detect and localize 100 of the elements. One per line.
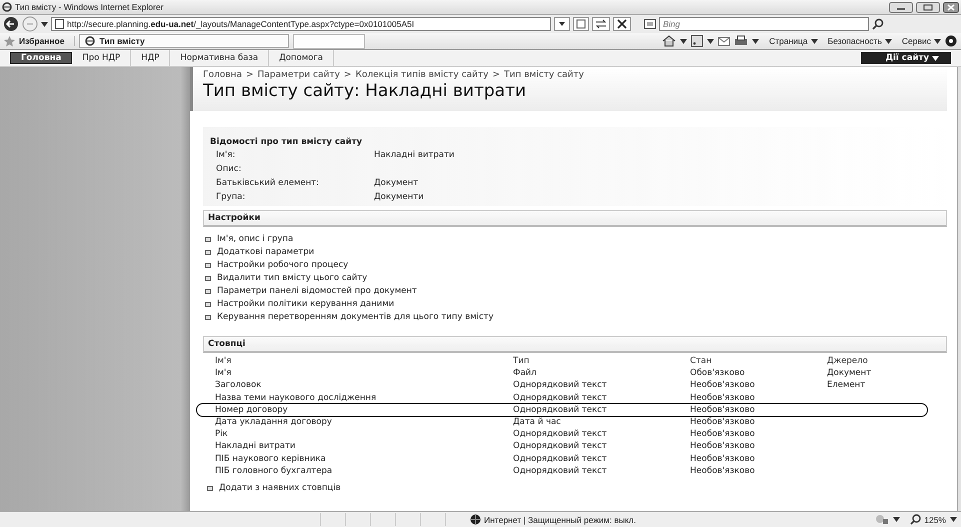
field-value: Накладні витрати (374, 150, 456, 160)
column-name-link[interactable]: Накладні витрати (215, 440, 513, 453)
caret-icon[interactable] (554, 17, 570, 31)
settings-link[interactable]: Керування перетворенням документів для цього типу вмісту (217, 312, 494, 323)
breadcrumb-link[interactable]: Параметри сайту (258, 70, 340, 80)
menu-button[interactable]: Безопасность (828, 36, 892, 46)
caret-icon[interactable] (752, 38, 760, 44)
zoom-button[interactable]: 125% (910, 514, 946, 525)
column-name-link[interactable]: ПІБ наукового керівника (215, 452, 513, 465)
column-name-link[interactable]: Дата укладання договору (215, 416, 513, 428)
bullet-icon[interactable] (207, 486, 213, 492)
breadcrumb-separator: > (344, 70, 352, 80)
printer-icon[interactable] (734, 35, 748, 47)
bullet-icon[interactable] (205, 250, 211, 255)
address-field[interactable]: http://secure.planning.edu-ua.net/_layouts/ManageContentType.aspx?ctype=0x0101005A5I (51, 17, 551, 31)
breadcrumb-link[interactable]: Колекція типів вмісту сайту (355, 70, 488, 80)
search-field[interactable]: Bing (659, 17, 869, 31)
caret-icon[interactable] (810, 39, 818, 44)
caret-icon[interactable] (893, 517, 900, 522)
column-name-link[interactable]: Номер договору (215, 404, 513, 416)
site-actions-button[interactable]: Дії сайту (861, 52, 951, 64)
settings-link[interactable]: Параметри панелі відомостей про документ (217, 286, 417, 297)
close-icon[interactable] (613, 17, 631, 31)
caret-icon[interactable] (680, 38, 688, 44)
menu-button[interactable]: Сервис (902, 36, 941, 46)
column-name-link[interactable]: Ім'я (215, 367, 513, 380)
back-icon[interactable] (3, 16, 19, 32)
close-icon[interactable] (943, 2, 959, 12)
globe-icon[interactable] (470, 514, 481, 525)
menu-button[interactable]: Страница (769, 36, 818, 46)
table-cell-text: Необов'язково (690, 464, 756, 478)
field-label: Батьківський елемент: (216, 178, 320, 188)
caret-icon[interactable] (934, 39, 941, 44)
home-icon[interactable] (662, 35, 676, 47)
compatibility-icon[interactable] (573, 17, 589, 31)
bullet-icon[interactable] (205, 276, 211, 281)
column-name-link[interactable]: Заголовок (215, 379, 513, 392)
breadcrumb-link[interactable]: Головна (203, 70, 242, 80)
table-cell-text: Дата й час (513, 416, 562, 428)
nav-tab[interactable]: НДР (131, 50, 170, 66)
column-name-link[interactable]: Рік (215, 428, 513, 440)
help-icon[interactable] (945, 35, 957, 47)
table-cell-text: Необов'язково (690, 452, 756, 465)
column-name-link[interactable]: Назва теми наукового дослідження (215, 392, 513, 404)
table-cell-text: Однорядковий текст (513, 464, 608, 478)
caret-icon[interactable] (884, 39, 892, 44)
search-icon[interactable] (872, 18, 884, 30)
minimize-icon[interactable] (889, 2, 913, 12)
field-label: Опис: (216, 164, 242, 174)
table-cell-text: Необов'язково (690, 440, 756, 453)
search-engine-icon[interactable] (644, 19, 656, 29)
nav-tab[interactable]: Допомога (269, 50, 334, 66)
browser-tab[interactable]: Тип вмісту (79, 34, 290, 48)
column-name-link[interactable]: ПІБ головного бухгалтера (215, 464, 513, 478)
caret-icon[interactable] (950, 517, 957, 522)
table-cell-text: Необов'язково (690, 428, 756, 440)
maximize-icon[interactable] (916, 2, 940, 12)
add-columns-link[interactable]: Додати з наявних стовпців (219, 483, 341, 494)
table-cell-text: Документ (827, 367, 872, 380)
zoom-icon[interactable] (910, 514, 922, 525)
status-text: Интернет | Защищенный режим: выкл. (484, 514, 636, 524)
caret-icon[interactable] (932, 56, 939, 60)
section-header: Стовпці (203, 336, 947, 353)
table-cell-text: Елемент (827, 379, 866, 392)
caret-icon[interactable] (41, 22, 48, 26)
column-header: Стан (690, 355, 713, 368)
breadcrumb-link[interactable]: Тип вмісту сайту (504, 70, 584, 80)
settings-link[interactable]: Ім'я, опис і група (217, 234, 294, 245)
settings-link[interactable]: Настройки робочого процесу (217, 260, 348, 271)
favorites-button[interactable]: Избранное (19, 36, 76, 46)
settings-link[interactable]: Видалити тип вмісту цього сайту (217, 273, 368, 284)
window-title: Тип вмісту - Windows Internet Explorer (15, 2, 164, 12)
column-header: Джерело (827, 355, 869, 368)
nav-tab[interactable]: Нормативна база (170, 50, 270, 66)
browser-icon[interactable] (2, 2, 12, 12)
nav-tab[interactable]: Головна (10, 52, 72, 64)
refresh-icon[interactable] (592, 17, 610, 31)
caret-icon[interactable] (707, 38, 714, 44)
table-cell-text: Однорядковий текст (513, 428, 608, 440)
settings-link[interactable]: Додаткові параметри (217, 247, 314, 258)
bullet-icon[interactable] (205, 263, 211, 268)
settings-link[interactable]: Настройки політики керування даними (217, 299, 394, 310)
bullet-icon[interactable] (205, 289, 211, 294)
bullet-icon[interactable] (205, 237, 211, 242)
field-label: Група: (216, 192, 246, 202)
page-icon[interactable] (55, 19, 64, 29)
table-cell-text: Необов'язково (690, 379, 756, 392)
url-text: http://secure.planning.edu-ua.net/_layouts/ManageContentType.aspx?ctype=0x0101005A5I (67, 19, 414, 29)
nav-tab[interactable]: Про НДР (72, 50, 132, 66)
zoom-level: 125% (924, 514, 946, 524)
section-heading: Відомості про тип вмісту сайту (210, 137, 364, 147)
page-title: Тип вмісту сайту: Накладні витрати (203, 81, 528, 101)
star-icon[interactable] (4, 36, 15, 46)
browser-icon[interactable] (85, 36, 96, 46)
breadcrumb-separator: > (492, 70, 500, 80)
table-cell-text: Необов'язково (690, 392, 756, 404)
bullet-icon[interactable] (205, 315, 211, 320)
mail-icon[interactable] (718, 36, 730, 46)
bullet-icon[interactable] (205, 302, 211, 307)
breadcrumb-separator: > (246, 70, 254, 80)
